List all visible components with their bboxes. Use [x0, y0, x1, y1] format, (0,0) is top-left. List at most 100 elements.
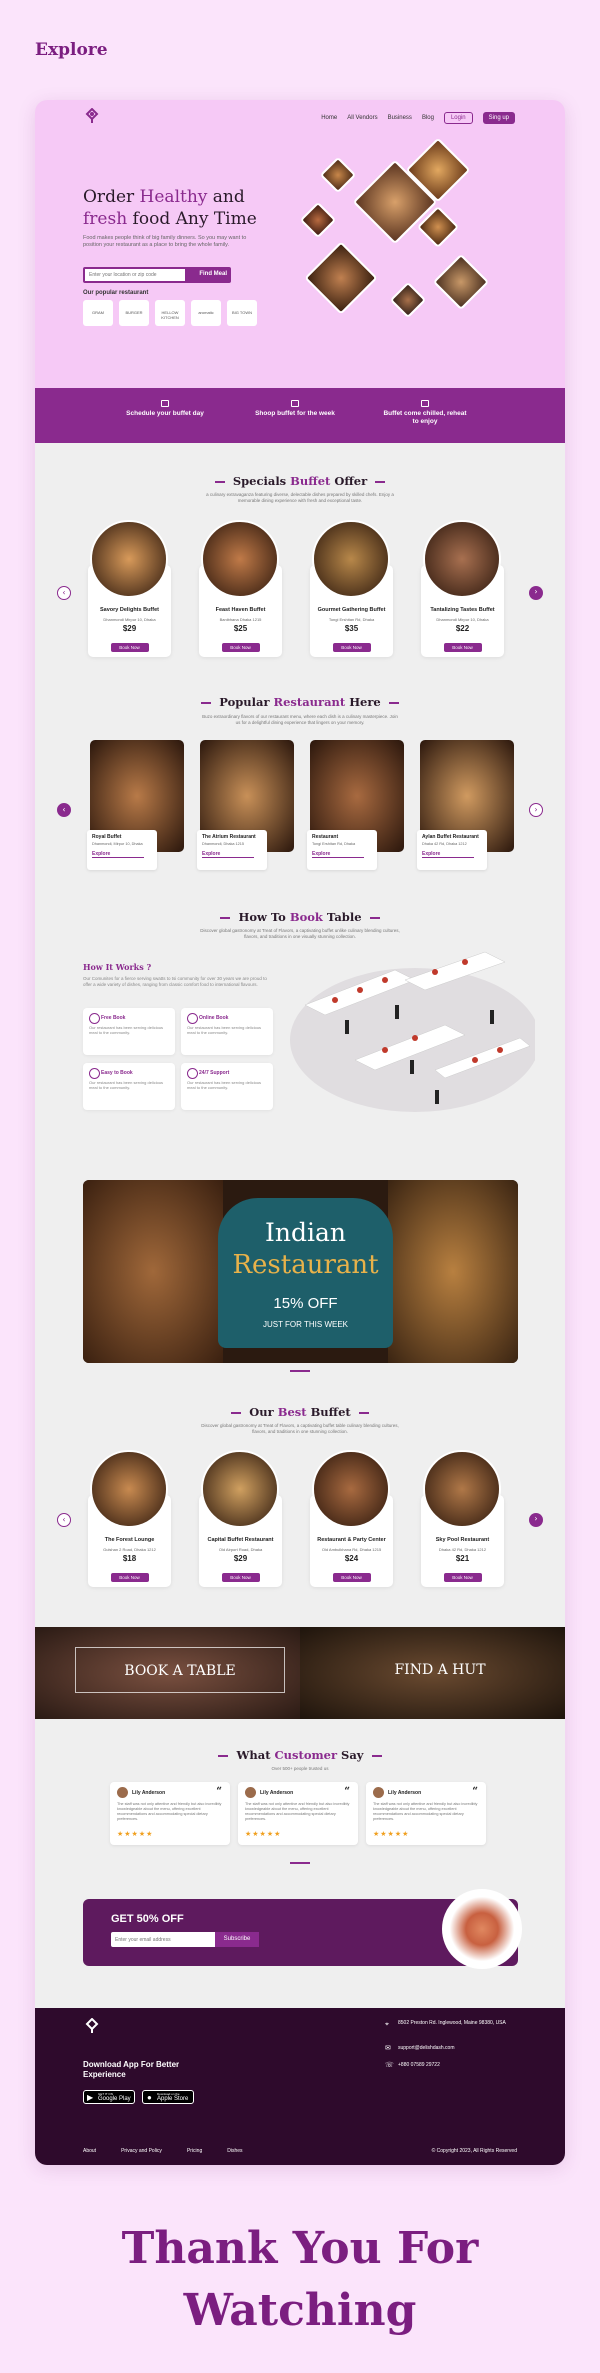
how-subtitle: Discover global gastronomy at Treat of F… [200, 928, 400, 939]
book-table-button[interactable]: BOOK A TABLE [75, 1647, 285, 1693]
brand-logo[interactable]: HELLOW KITCHEN [155, 300, 185, 326]
next-arrow-icon[interactable]: › [529, 803, 543, 817]
avatar [373, 1787, 384, 1798]
best-heading: Our Best Buffet [35, 1405, 565, 1419]
h-part: Buffet [290, 474, 331, 488]
apple-store-button[interactable]: Download on the Apple Store ● [142, 2090, 194, 2104]
footer-phone[interactable]: +880 07589 29722 [398, 2062, 440, 2068]
restaurant-card[interactable]: Royal Buffet Dhanmondi, Mirpur 10, Dhaka… [87, 830, 157, 870]
top-nav: Home All Vendors Business Blog Login Sin… [321, 112, 515, 124]
google-play-button[interactable]: GET IT ON Google Play ▶ [83, 2090, 135, 2104]
hero-description: Food makes people think of big family di… [83, 235, 247, 248]
promo-line-4: JUST FOR THIS WEEK [262, 1320, 349, 1329]
brand-logo[interactable]: GRAM [83, 300, 113, 326]
prev-arrow-icon[interactable]: ‹ [57, 586, 71, 600]
book-now-button[interactable]: Book Now [221, 643, 260, 652]
landing-page-frame: Home All Vendors Business Blog Login Sin… [35, 100, 565, 2165]
h-part: Table [322, 910, 362, 924]
reviews-subtitle: Over 500+ people trusted us [271, 1766, 329, 1771]
hero-h-4: fresh [83, 209, 128, 229]
restaurant-name: Royal Buffet [92, 834, 122, 840]
nav-blog[interactable]: Blog [422, 115, 434, 121]
book-now-button[interactable]: Book Now [332, 1573, 371, 1582]
buffet-name: Gourmet Gathering Buffet [317, 607, 386, 613]
popular-subtitle: Buzo extraordinary flavors of our restau… [202, 714, 398, 725]
brand-logo[interactable]: BIG TOWN [227, 300, 257, 326]
footer-link[interactable]: Privacy and Policy [121, 2148, 162, 2154]
book-now-button[interactable]: Book Now [110, 643, 149, 652]
h-part: What [236, 1748, 275, 1762]
book-now-button[interactable]: Book Now [443, 1573, 482, 1582]
buffet-address: Dhaka 42 Rd, Dhaka 1212 [438, 1547, 487, 1552]
explore-link[interactable]: Explore [202, 851, 254, 858]
signup-button[interactable]: Sing up [482, 112, 515, 124]
buffet-name: Capital Buffet Restaurant [207, 1537, 274, 1543]
specials-heading: Specials Buffet Offer [35, 474, 565, 488]
explore-link[interactable]: Explore [92, 851, 144, 858]
logo-icon[interactable] [85, 2018, 99, 2034]
phone-icon: ☏ [385, 2061, 394, 2069]
restaurant-card[interactable]: The Atrium Restaurant Dhanmondi, Dhaka 1… [197, 830, 267, 870]
explore-link[interactable]: Explore [312, 851, 364, 858]
carousel-indicator[interactable] [290, 1862, 310, 1864]
band-text: Shoop buffet for the week [255, 410, 335, 417]
footer-email[interactable]: support@delishdash.com [398, 2045, 455, 2051]
nav-home[interactable]: Home [321, 115, 337, 121]
quote-icon: “ [472, 1786, 478, 1797]
band-text: Schedule your buffet day [126, 410, 204, 417]
location-input[interactable] [85, 269, 185, 281]
h-part: Book [289, 910, 323, 924]
review-text: The staff was not only attentive and fri… [373, 1802, 478, 1821]
login-button[interactable]: Login [443, 112, 473, 124]
food-tile [319, 156, 357, 194]
buffet-name: Feast Haven Buffet [215, 607, 266, 613]
how-card-title: Online Book [187, 1013, 267, 1024]
reviewer-name: Lily Anderson [132, 1790, 166, 1796]
food-tile [304, 241, 378, 315]
buffet-price: $21 [455, 1554, 470, 1563]
nav-vendors[interactable]: All Vendors [347, 115, 377, 121]
subscribe-button[interactable]: Subscribe [215, 1932, 259, 1947]
promo-banner[interactable]: Indian Restaurant 15% OFF JUST FOR THIS … [83, 1180, 518, 1363]
buffet-image [312, 1450, 390, 1528]
h-part: Say [337, 1748, 364, 1762]
band-item: Buffet come chilled, reheat to enjoy [380, 400, 470, 426]
gp-label: Google Play [98, 2096, 131, 2102]
restaurant-address: Dhanmondi, Mirpur 10, Dhaka [92, 842, 143, 846]
subscribe-banner: GET 50% OFF Subscribe [83, 1889, 522, 1969]
next-arrow-icon[interactable]: › [529, 1513, 543, 1527]
footer-link[interactable]: About [83, 2148, 96, 2154]
book-now-button[interactable]: Book Now [443, 643, 482, 652]
find-meal-button[interactable]: Find Meal [199, 271, 227, 277]
how-card-text: Our restaurant has been serving deliciou… [89, 1025, 164, 1035]
quote-icon: “ [216, 1786, 222, 1797]
copyright: © Copyright 2023, All Rights Reserved [431, 2148, 517, 2154]
page-title: Explore [35, 40, 108, 60]
logo-icon[interactable] [85, 108, 99, 124]
brand-logo[interactable]: BURGER [119, 300, 149, 326]
buffet-image [90, 520, 168, 598]
restaurant-card[interactable]: Restaurant Tongi Ershitan Rd, Dhaka Expl… [307, 830, 377, 870]
find-hut-button[interactable]: FIND A HUT [345, 1647, 535, 1693]
buffet-price: $24 [344, 1554, 359, 1563]
carousel-indicator[interactable] [290, 1370, 310, 1372]
prev-arrow-icon[interactable]: ‹ [57, 1513, 71, 1527]
brand-logo[interactable]: aromatic [191, 300, 221, 326]
nav-business[interactable]: Business [388, 115, 412, 121]
footer-link[interactable]: Pricing [187, 2148, 202, 2154]
promo-line-1: Indian [265, 1218, 346, 1247]
buffet-name: The Forest Lounge [104, 1537, 155, 1543]
avatar [117, 1787, 128, 1798]
restaurant-card[interactable]: Aylan Buffet Restaurant Dhaka 42 Rd, Dha… [417, 830, 487, 870]
book-now-button[interactable]: Book Now [221, 1573, 260, 1582]
book-now-button[interactable]: Book Now [332, 643, 371, 652]
prev-arrow-icon[interactable]: ‹ [57, 803, 71, 817]
h-part: Popular [219, 695, 274, 709]
food-collage [299, 137, 535, 352]
footer-links: About Privacy and Policy Pricing Dishes [83, 2148, 243, 2154]
explore-link[interactable]: Explore [422, 851, 474, 858]
book-now-button[interactable]: Book Now [110, 1573, 149, 1582]
next-arrow-icon[interactable]: › [529, 586, 543, 600]
footer-link[interactable]: Dishes [227, 2148, 242, 2154]
email-input[interactable] [111, 1932, 211, 1947]
